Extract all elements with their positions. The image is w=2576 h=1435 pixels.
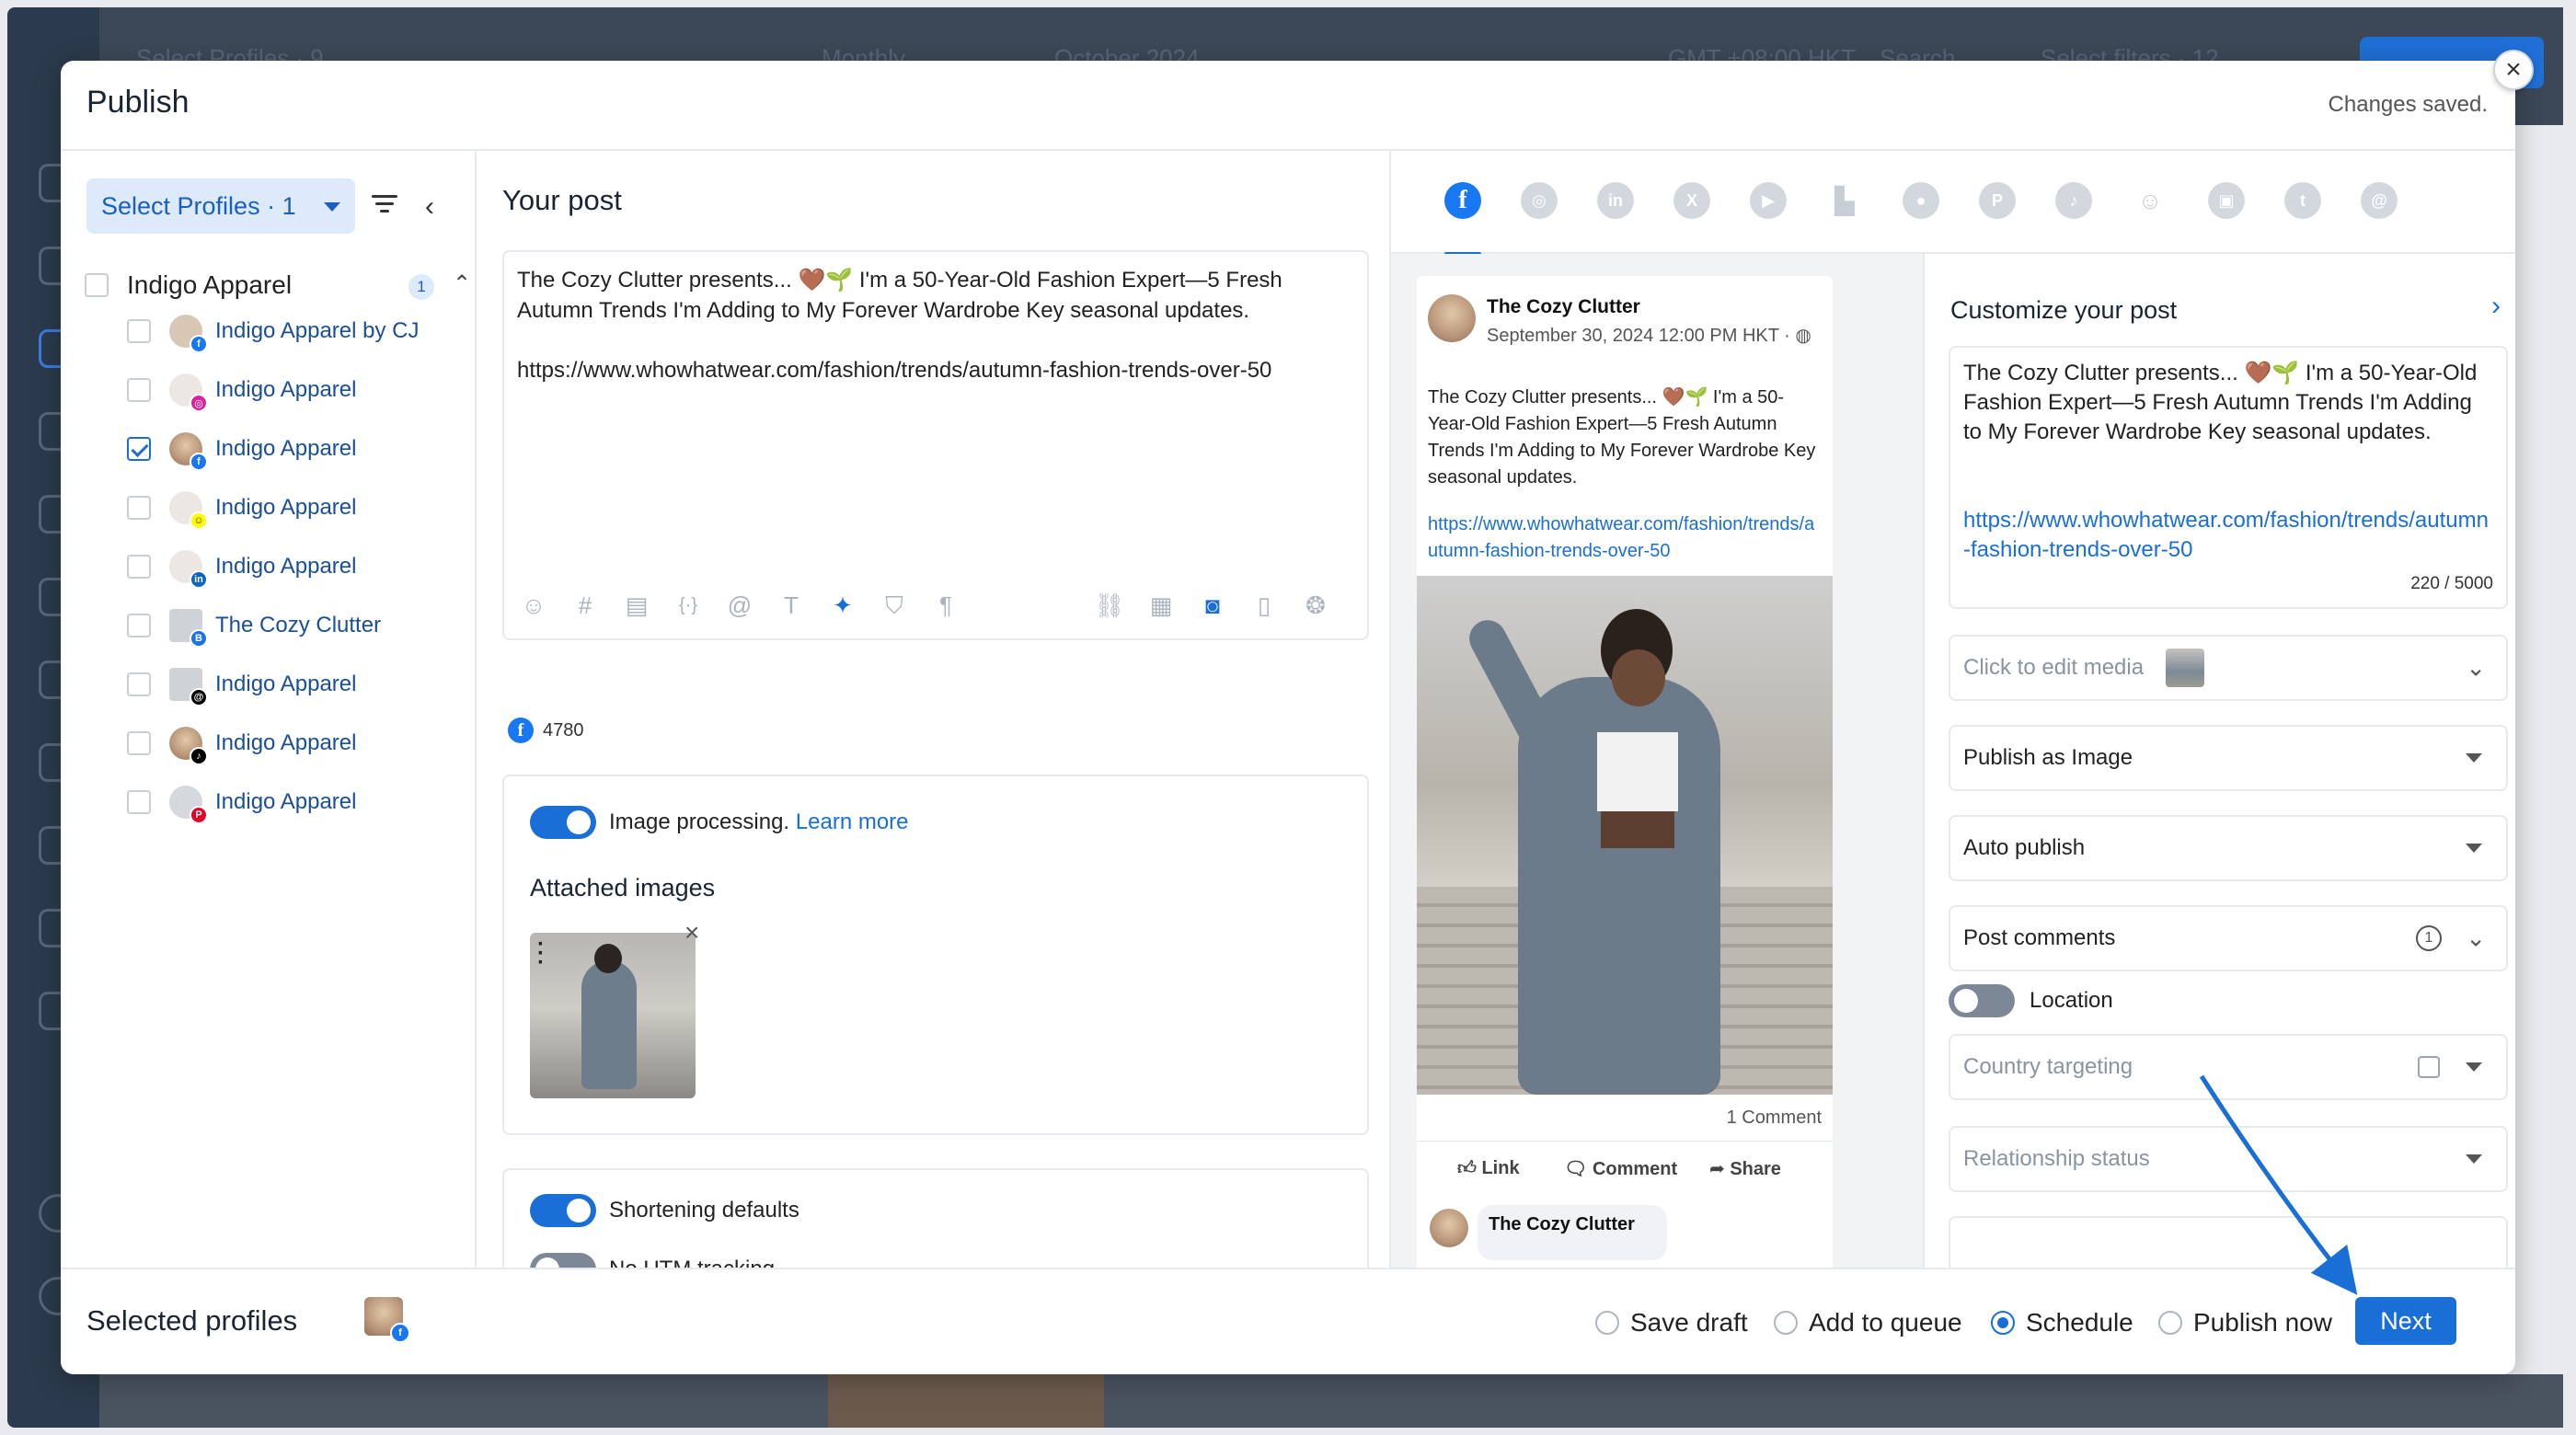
close-modal-button[interactable]: × xyxy=(2493,50,2534,90)
close-icon: × xyxy=(2505,54,2522,85)
annotation-arrow xyxy=(2199,1074,2358,1295)
